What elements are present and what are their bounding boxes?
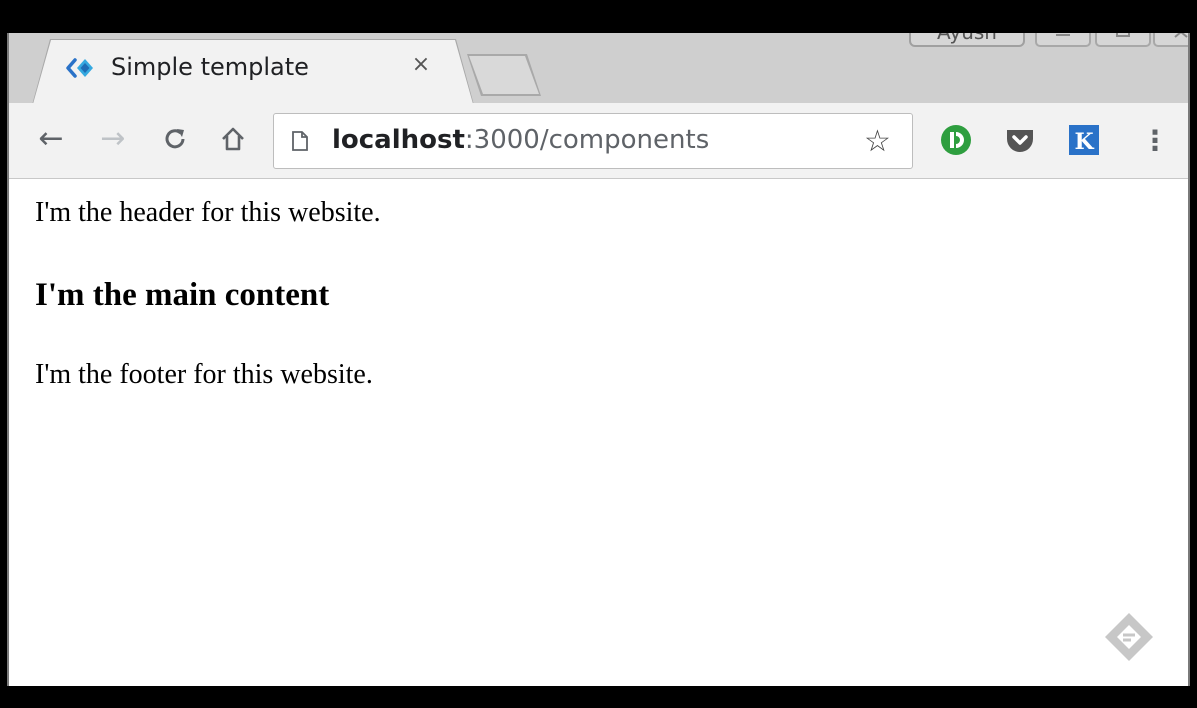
page-icon [292, 131, 308, 151]
address-bar[interactable]: localhost:3000/components ☆ [273, 113, 913, 169]
close-window-button[interactable] [1153, 33, 1188, 47]
url-host: localhost [332, 125, 465, 155]
k-extension-icon[interactable]: K [1067, 123, 1101, 157]
main-content-heading: I'm the main content [35, 277, 330, 313]
reload-button[interactable] [157, 121, 193, 157]
back-button[interactable]: ← [33, 121, 69, 157]
vue-chevron-icon [66, 58, 93, 78]
minimize-button[interactable] [1035, 33, 1091, 47]
svg-text:K: K [1074, 129, 1094, 155]
maximize-icon [1116, 33, 1130, 37]
minimize-icon [1056, 34, 1070, 36]
url-text[interactable]: localhost:3000/components [332, 125, 709, 155]
tab-strip: Simple template × Ayush [9, 33, 1188, 105]
home-button[interactable] [215, 121, 251, 157]
profile-button[interactable]: Ayush [909, 33, 1025, 47]
tab-title: Simple template [111, 53, 309, 81]
pocket-icon[interactable] [1003, 123, 1037, 157]
site-footer-text: I'm the footer for this website. [35, 359, 373, 390]
browser-window: Simple template × Ayush ← → [7, 33, 1190, 686]
reload-icon [165, 129, 185, 149]
bookmark-star-icon[interactable]: ☆ [864, 124, 891, 159]
grammarly-icon[interactable] [939, 123, 973, 157]
close-icon [1174, 33, 1188, 38]
forward-button[interactable]: → [95, 121, 131, 157]
toolbar: ← → localhost:3000/components ☆ K ⋮ [9, 103, 1188, 179]
site-header-text: I'm the header for this website. [35, 197, 381, 228]
watermark-logo-icon [1105, 613, 1153, 661]
tab-close-icon[interactable]: × [409, 53, 433, 77]
page-content: I'm the header for this website. I'm the… [9, 179, 1188, 686]
home-icon [222, 127, 244, 151]
menu-dots-icon[interactable]: ⋮ [1137, 119, 1173, 163]
url-path: :3000/components [464, 125, 710, 155]
maximize-button[interactable] [1095, 33, 1151, 47]
